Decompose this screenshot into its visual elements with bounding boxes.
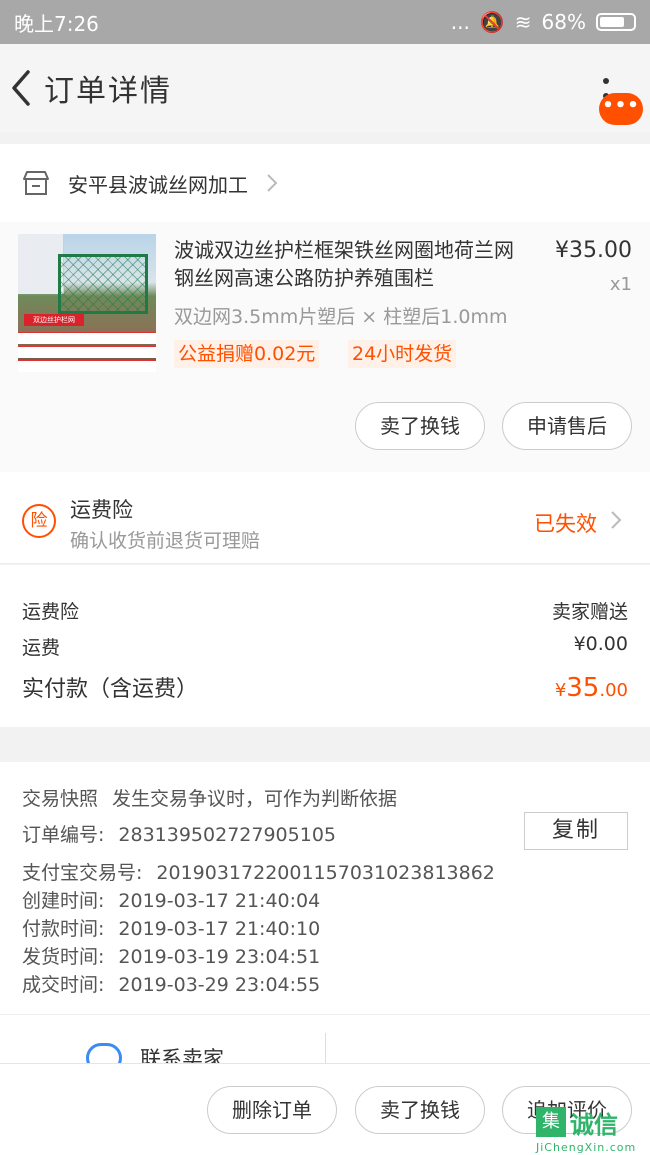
snapshot-note: 发生交易争议时，可作为判断依据 [112,788,398,810]
message-badge[interactable]: ••• [599,93,643,125]
shipped-line: 发货时间: 2019-03-19 23:04:51 [22,942,320,969]
shop-icon [23,171,49,195]
insurance-icon: 险 [22,504,56,538]
after-sale-button[interactable]: 申请售后 [502,402,632,450]
sell-button-bottom[interactable]: 卖了换钱 [355,1086,485,1134]
paid-label: 实付款（含运费） [22,677,199,702]
nav-bar: 订单详情 ••• [0,44,650,132]
signal-icon: ... [450,10,470,34]
tag-shipping: 24小时发货 [348,340,457,368]
status-time: 晚上7:26 [14,11,99,36]
delete-order-button[interactable]: 删除订单 [207,1086,337,1134]
completed-line: 成交时间: 2019-03-29 23:04:55 [22,970,320,997]
fee-insurance-label: 运费险 [22,601,80,623]
order-info: 交易快照 发生交易争议时，可作为判断依据 订单编号: 283139502727905… [0,762,650,1014]
alipay-line: 支付宝交易号: 2019031722001157031023813862 [22,858,495,885]
product-quantity: x1 [609,274,632,295]
product-title[interactable]: 波诚双边丝护栏框架铁丝网圈地荷兰网钢丝网高速公路防护养殖围栏 [174,236,528,292]
paid-amount: ¥35.00 [554,673,628,703]
created-line: 创建时间: 2019-03-17 21:40:04 [22,886,320,913]
shipped-label: 发货时间: [22,946,105,968]
fee-insurance-value: 卖家赠送 [551,601,628,623]
wifi-icon: ≋ [514,10,532,34]
status-bar: 晚上7:26 ... 🔕 ≋ 68% [0,0,650,44]
alipay-label: 支付宝交易号: [22,862,143,884]
battery-percent: 68% [541,10,586,34]
back-button[interactable] [0,44,44,132]
order-no-label: 订单编号: [22,824,105,846]
product-image[interactable]: 双边丝护栏网 [18,234,156,372]
snapshot-label: 交易快照 [22,788,99,810]
created-value: 2019-03-17 21:40:04 [118,890,321,912]
chevron-left-icon [12,70,30,106]
order-no-value: 283139502727905105 [118,824,336,846]
completed-label: 成交时间: [22,974,105,996]
insurance-status: 已失效 [534,512,597,536]
created-label: 创建时间: [22,890,105,912]
shop-row[interactable]: 安平县波诚丝网加工 [0,144,650,222]
shipped-value: 2019-03-19 23:04:51 [118,946,321,968]
product-sku: 双边网3.5mm片塑后 × 柱塑后1.0mm [174,306,508,328]
insurance-subtitle: 确认收货前退货可理赔 [70,530,261,552]
paid-time-value: 2019-03-17 21:40:10 [118,918,321,940]
snapshot-line[interactable]: 交易快照 发生交易争议时，可作为判断依据 [22,784,397,811]
completed-value: 2019-03-29 23:04:55 [118,974,321,996]
battery-icon [596,13,636,31]
shipping-insurance-row[interactable]: 险 运费险 确认收货前退货可理赔 已失效 [0,472,650,564]
fee-summary: 运费险 卖家赠送 运费 ¥0.00 实付款（含运费） ¥35.00 [0,565,650,727]
fee-shipping-row: 运费 ¥0.00 [22,633,628,660]
paid-time-label: 付款时间: [22,918,105,940]
chevron-right-icon [611,511,622,529]
fee-paid-row: 实付款（含运费） ¥35.00 [22,671,628,703]
chevron-right-icon [267,174,278,192]
shop-name: 安平县波诚丝网加工 [68,172,248,197]
watermark-logo: 集 诚信 JiChengXin.com [532,1103,650,1155]
status-right: ... 🔕 ≋ 68% [451,10,636,34]
fee-shipping-label: 运费 [22,637,61,659]
fee-insurance-row: 运费险 卖家赠送 [22,597,628,624]
page-title: 订单详情 [44,74,172,109]
product-price: ¥35.00 [555,238,632,263]
mute-icon: 🔕 [479,10,505,34]
alipay-value: 2019031722001157031023813862 [156,862,495,884]
sell-button[interactable]: 卖了换钱 [355,402,485,450]
order-number-line: 订单编号: 283139502727905105 [22,820,336,847]
insurance-title: 运费险 [70,498,133,522]
copy-button[interactable]: 复制 [524,812,628,850]
fee-shipping-value: ¥0.00 [573,633,628,655]
paid-time-line: 付款时间: 2019-03-17 21:40:10 [22,914,320,941]
tag-donation: 公益捐赠0.02元 [174,340,320,368]
product-card[interactable]: 双边丝护栏网 波诚双边丝护栏框架铁丝网圈地荷兰网钢丝网高速公路防护养殖围栏 双边… [0,222,650,472]
